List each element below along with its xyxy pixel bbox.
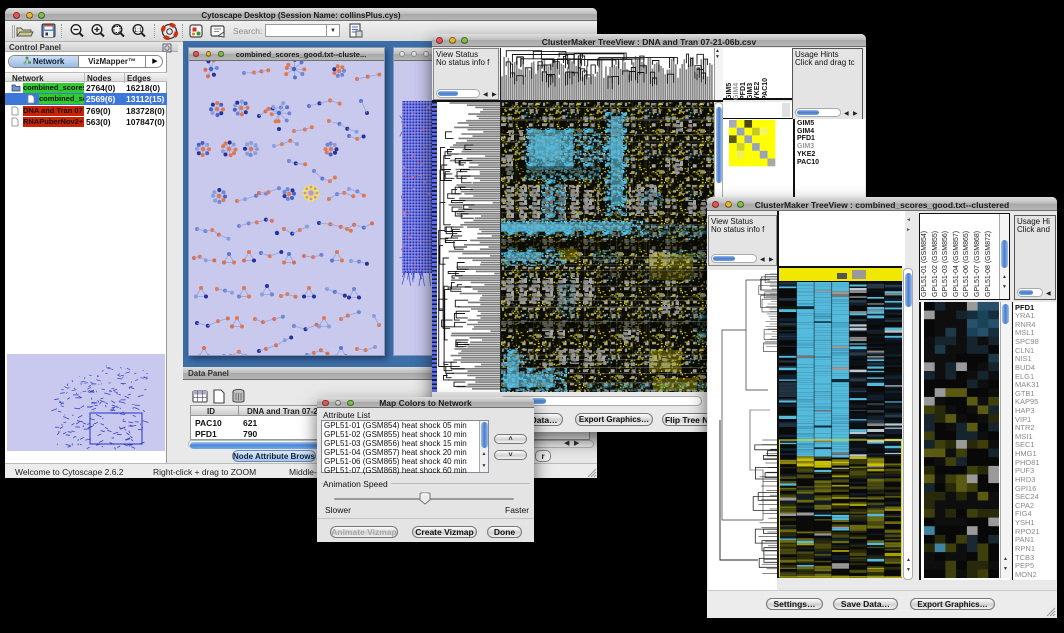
svg-text:1:1: 1:1 xyxy=(134,28,143,34)
